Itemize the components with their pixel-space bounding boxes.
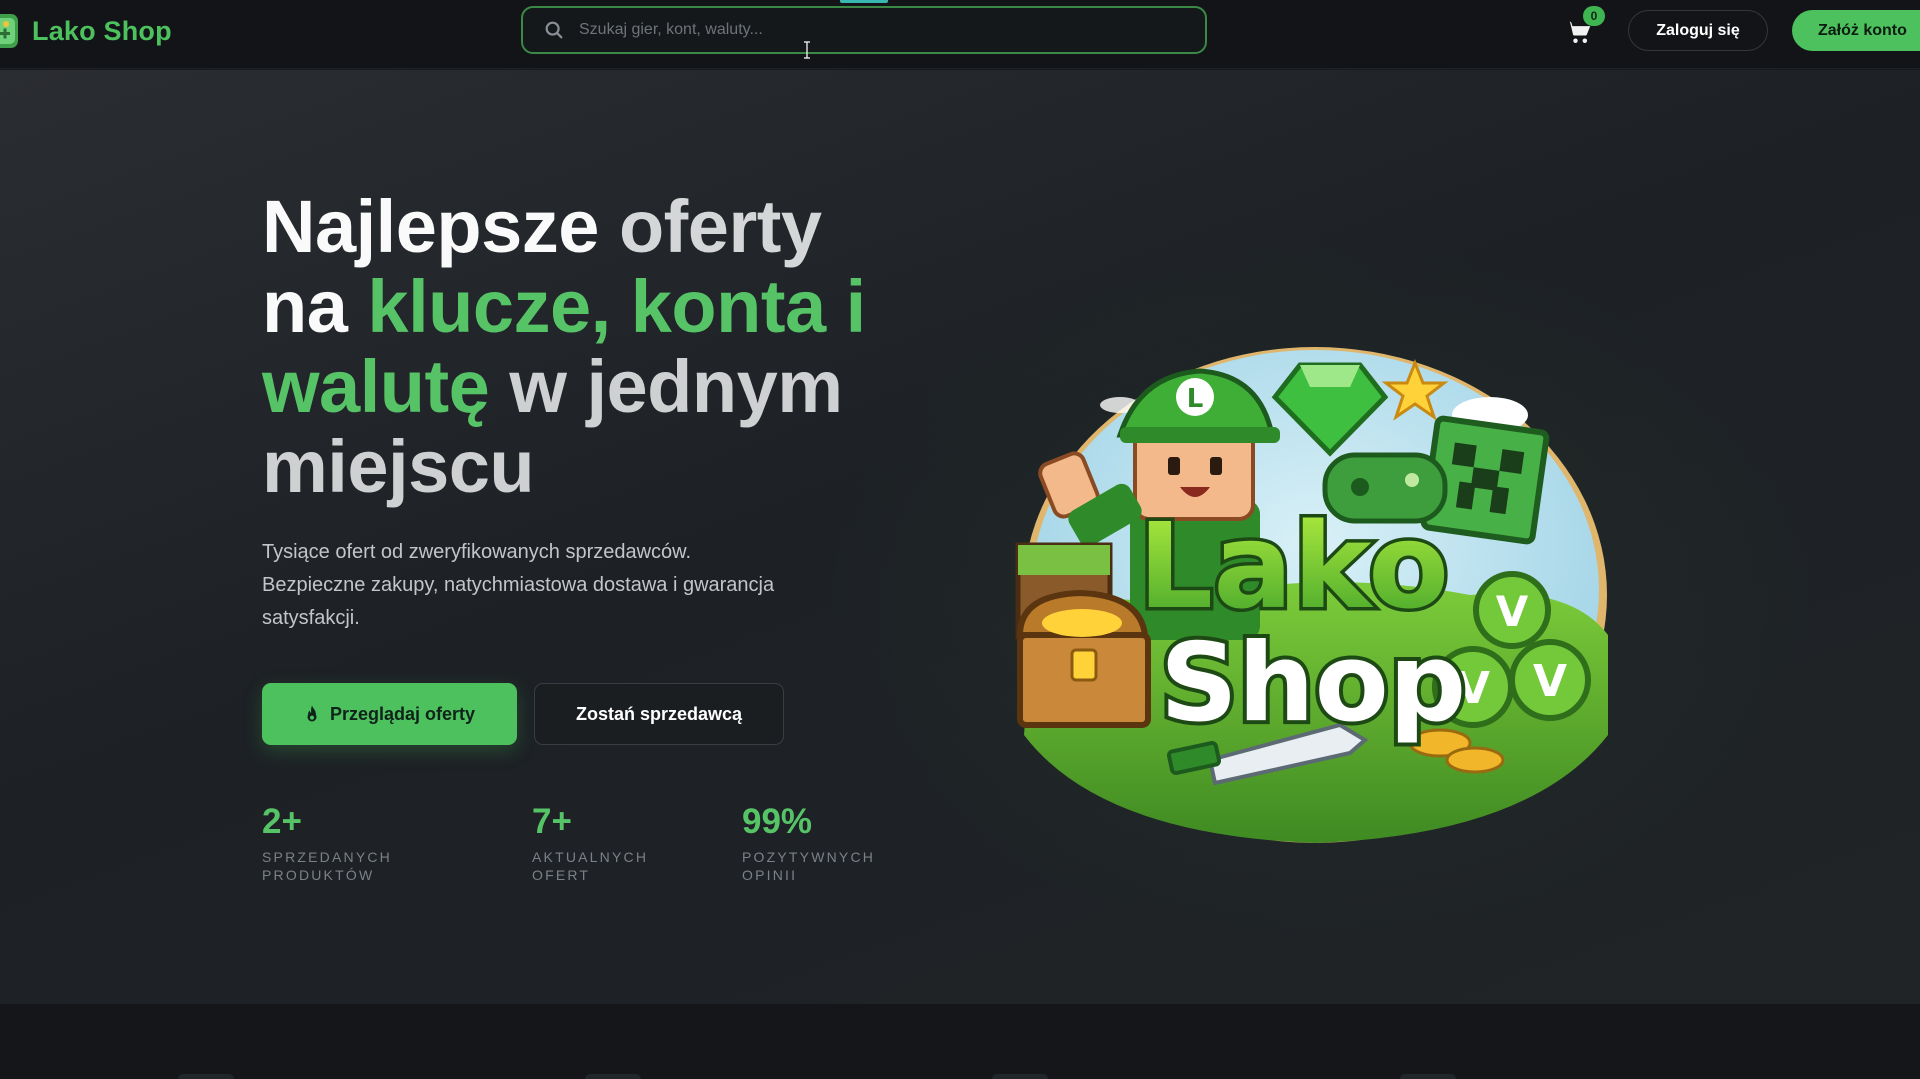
stat-label-line: opinii bbox=[742, 867, 798, 883]
art-word-lako: Lako bbox=[1138, 497, 1449, 635]
stat-value: 99% bbox=[742, 802, 813, 841]
stat-label-line: Aktualnych bbox=[532, 849, 649, 865]
search-input[interactable] bbox=[579, 15, 1179, 45]
hero-section: Najlepsze oferty na klucze, konta i walu… bbox=[0, 70, 1920, 1004]
hero-description-line: satysfakcji. bbox=[262, 607, 360, 629]
feature-card-edge bbox=[992, 1074, 1048, 1079]
browse-offers-label: Przeglądaj oferty bbox=[329, 703, 476, 724]
hero-title-part: oferty bbox=[598, 185, 822, 268]
cap-letter: L bbox=[1187, 384, 1204, 414]
cart-count-badge: 0 bbox=[1583, 6, 1605, 26]
brand-name: Lako Shop bbox=[32, 15, 172, 46]
gamepad-logo-icon bbox=[0, 14, 18, 48]
hero-title-part: w jednym bbox=[489, 345, 843, 428]
stat-label: Pozytywnych opinii bbox=[742, 848, 875, 884]
search-icon bbox=[545, 21, 563, 39]
hero-title-part: Najlepsze bbox=[262, 185, 599, 268]
brand-logo-link[interactable]: Lako Shop bbox=[0, 10, 172, 52]
hero-title: Najlepsze oferty na klucze, konta i walu… bbox=[262, 187, 962, 507]
fire-icon bbox=[307, 705, 317, 722]
browse-offers-button[interactable]: Przeglądaj oferty bbox=[262, 683, 517, 745]
stat-label-line: Pozytywnych bbox=[742, 849, 876, 865]
stat-current-offers: 7+ Aktualnych ofert bbox=[532, 802, 648, 884]
stat-sold-products: 2+ Sprzedanych produktów bbox=[262, 802, 392, 884]
stat-value: 7+ bbox=[532, 802, 572, 841]
v-coin-icon: V bbox=[1509, 639, 1591, 721]
become-seller-button[interactable]: Zostań sprzedawcą bbox=[534, 683, 784, 745]
hero-title-highlight: klucze, konta i bbox=[367, 265, 866, 348]
feature-card-edge bbox=[585, 1074, 641, 1079]
cart-button[interactable]: 0 bbox=[1563, 6, 1605, 46]
hero-title-highlight: walutę bbox=[262, 345, 490, 428]
feature-card-edge bbox=[178, 1074, 234, 1079]
stat-label-line: ofert bbox=[532, 867, 591, 883]
next-section-band bbox=[0, 1004, 1920, 1079]
hero-title-part: na bbox=[262, 265, 368, 348]
text-cursor-icon bbox=[804, 41, 810, 59]
art-word-shop: Shop bbox=[1160, 621, 1466, 746]
treasure-chest-icon bbox=[1016, 589, 1151, 728]
stat-label-line: produktów bbox=[262, 867, 375, 883]
stat-label-line: Sprzedanych bbox=[262, 849, 392, 865]
hero-description-line: Tysiące ofert od zweryfikowanych sprzeda… bbox=[262, 541, 692, 563]
hero-title-part: miejscu bbox=[262, 425, 535, 508]
lako-shop-logo-illustration: L V V V Lako Shop bbox=[1015, 347, 1608, 843]
coin-letter: V bbox=[1533, 656, 1567, 707]
register-button[interactable]: Załóż konto bbox=[1792, 10, 1920, 51]
coin-letter: V bbox=[1496, 587, 1529, 636]
stat-value: 2+ bbox=[262, 802, 302, 841]
top-navbar: Lako Shop 0 Zaloguj się Załóż konto bbox=[0, 0, 1920, 69]
login-button[interactable]: Zaloguj się bbox=[1628, 10, 1768, 51]
stat-label: Sprzedanych produktów bbox=[262, 848, 392, 884]
search-bar[interactable] bbox=[521, 6, 1207, 54]
search-focus-accent bbox=[840, 0, 888, 3]
hero-description-line: Bezpieczne zakupy, natychmiastowa dostaw… bbox=[262, 574, 775, 596]
v-coin-icon: V bbox=[1473, 571, 1551, 649]
hero-description: Tysiące ofert od zweryfikowanych sprzeda… bbox=[262, 536, 862, 635]
stat-positive-reviews: 99% Pozytywnych opinii bbox=[742, 802, 875, 884]
feature-card-edge bbox=[1400, 1074, 1456, 1079]
stat-label: Aktualnych ofert bbox=[532, 848, 648, 884]
